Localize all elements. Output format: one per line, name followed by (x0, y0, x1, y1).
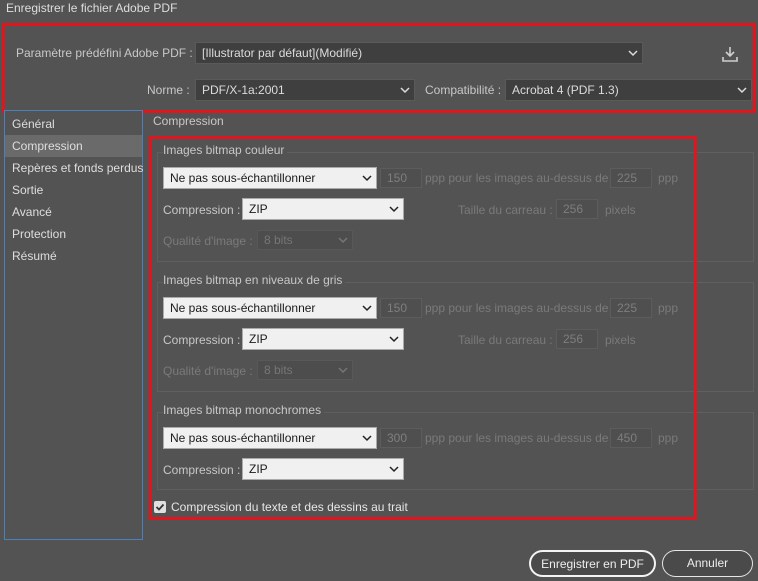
chevron-down-icon (389, 336, 399, 343)
gray-quality-label: Qualité d'image : (163, 364, 253, 378)
text-compression-label: Compression du texte et des dessins au t… (171, 500, 408, 514)
chevron-down-icon (362, 175, 372, 182)
save-pdf-button[interactable]: Enregistrer en PDF (529, 550, 656, 577)
mono-images-title: Images bitmap monochromes (163, 403, 325, 417)
color-sampling-value: Ne pas sous-échantillonner (170, 171, 316, 185)
gray-ppi-input[interactable]: 150 (380, 298, 422, 318)
mono-sampling-select[interactable]: Ne pas sous-échantillonner (163, 427, 377, 449)
color-quality-value: 8 bits (264, 233, 293, 247)
mono-ppi-input[interactable]: 300 (380, 428, 422, 448)
mono-compression-value: ZIP (249, 462, 268, 476)
chevron-down-icon (389, 466, 399, 473)
checkmark-icon (155, 503, 165, 511)
color-sampling-select[interactable]: Ne pas sous-échantillonner (163, 167, 377, 189)
mono-compression-label: Compression : (163, 463, 241, 477)
gray-quality-value: 8 bits (264, 363, 293, 377)
color-ppi-label: ppp pour les images au-dessus de (425, 171, 609, 185)
color-quality-label: Qualité d'image : (163, 234, 253, 248)
gray-tile-input[interactable]: 256 (556, 329, 598, 349)
chevron-down-icon (389, 206, 399, 213)
compat-label: Compatibilité : (425, 83, 502, 97)
sidebar-item-advanced[interactable]: Avancé (5, 201, 142, 223)
sidebar-item-general[interactable]: Général (5, 113, 142, 135)
color-compression-label: Compression : (163, 203, 241, 217)
standard-value: PDF/X-1a:2001 (202, 83, 285, 97)
text-compression-checkbox[interactable] (154, 501, 166, 513)
color-tile-input[interactable]: 256 (556, 199, 598, 219)
gray-images-title: Images bitmap en niveaux de gris (163, 273, 346, 287)
sidebar: Général Compression Repères et fonds per… (4, 110, 143, 540)
gray-sampling-value: Ne pas sous-échantillonner (170, 301, 316, 315)
download-icon[interactable] (722, 46, 738, 62)
compat-value: Acrobat 4 (PDF 1.3) (512, 83, 619, 97)
mono-sampling-value: Ne pas sous-échantillonner (170, 431, 316, 445)
chevron-down-icon (737, 87, 747, 94)
gray-tile-label: Taille du carreau : (458, 333, 553, 347)
gray-quality-select[interactable]: 8 bits (257, 360, 353, 380)
gray-above-unit: ppp (658, 301, 679, 315)
sidebar-item-security[interactable]: Protection (5, 223, 142, 245)
gray-compression-value: ZIP (249, 332, 268, 346)
sidebar-item-summary[interactable]: Résumé (5, 245, 142, 267)
standard-select[interactable]: PDF/X-1a:2001 (195, 79, 415, 101)
window-title: Enregistrer le fichier Adobe PDF (6, 1, 178, 15)
chevron-down-icon (338, 237, 348, 244)
preset-select[interactable]: [Illustrator par défaut](Modifié) (195, 42, 643, 64)
gray-sampling-select[interactable]: Ne pas sous-échantillonner (163, 297, 377, 319)
gray-tile-unit: pixels (605, 333, 636, 347)
standard-label: Norme : (147, 83, 190, 97)
chevron-down-icon (362, 305, 372, 312)
mono-compression-select[interactable]: ZIP (242, 458, 404, 480)
color-compression-value: ZIP (249, 202, 268, 216)
mono-ppi-label: ppp pour les images au-dessus de (425, 431, 609, 445)
color-quality-select[interactable]: 8 bits (257, 230, 353, 250)
color-above-unit: ppp (658, 171, 679, 185)
color-images-title: Images bitmap couleur (163, 143, 288, 157)
color-compression-select[interactable]: ZIP (242, 198, 404, 220)
mono-above-unit: ppp (658, 431, 679, 445)
gray-above-input[interactable]: 225 (610, 298, 652, 318)
color-tile-label: Taille du carreau : (458, 203, 553, 217)
compat-select[interactable]: Acrobat 4 (PDF 1.3) (505, 79, 752, 101)
preset-label: Paramètre prédéfini Adobe PDF : (16, 46, 193, 60)
gray-compression-label: Compression : (163, 333, 241, 347)
color-ppi-input[interactable]: 150 (380, 168, 422, 188)
sidebar-item-output[interactable]: Sortie (5, 179, 142, 201)
gray-compression-select[interactable]: ZIP (242, 328, 404, 350)
cancel-button[interactable]: Annuler (662, 550, 753, 577)
sidebar-item-compression[interactable]: Compression (5, 135, 142, 157)
chevron-down-icon (628, 50, 638, 57)
chevron-down-icon (400, 87, 410, 94)
color-above-input[interactable]: 225 (610, 168, 652, 188)
gray-ppi-label: ppp pour les images au-dessus de (425, 301, 609, 315)
sidebar-item-marks-bleeds[interactable]: Repères et fonds perdus (5, 157, 143, 179)
chevron-down-icon (338, 367, 348, 374)
chevron-down-icon (362, 435, 372, 442)
panel-title: Compression (153, 114, 224, 128)
preset-value: [Illustrator par défaut](Modifié) (202, 46, 363, 60)
color-tile-unit: pixels (605, 203, 636, 217)
mono-above-input[interactable]: 450 (610, 428, 652, 448)
